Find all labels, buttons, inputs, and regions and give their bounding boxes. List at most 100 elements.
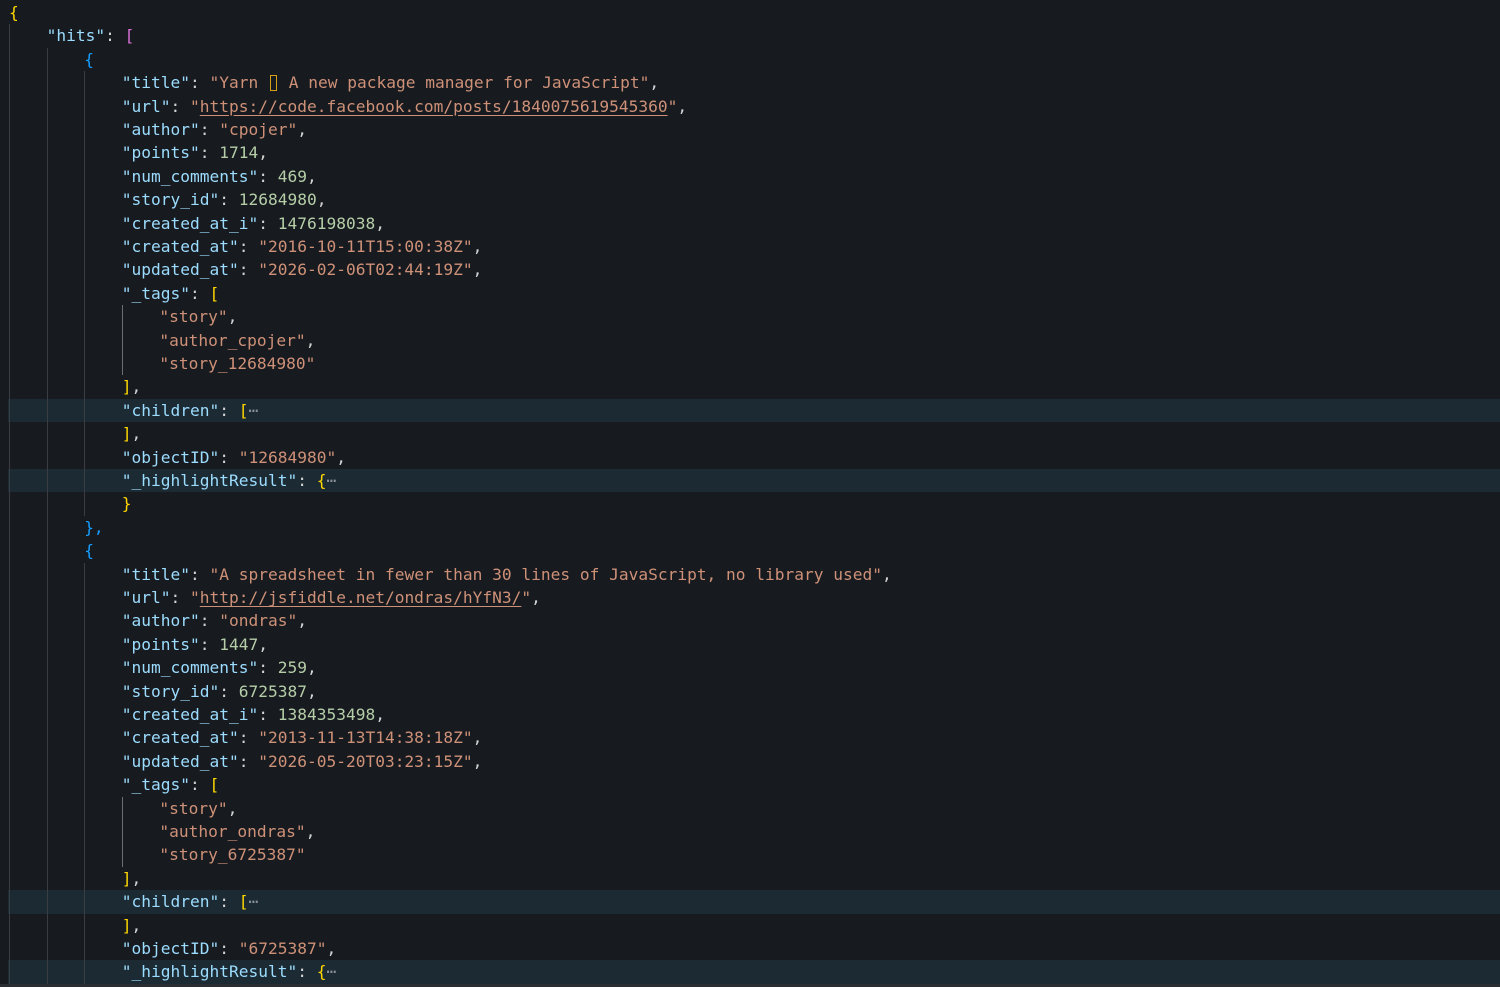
property-tags[interactable]: "_tags": [	[0, 281, 1500, 306]
property-objectID[interactable]: "objectID": "6725387",	[0, 937, 1500, 961]
property-points[interactable]: "points": 1447,	[0, 632, 1500, 657]
tag-item[interactable]: "story",	[0, 305, 1500, 329]
tag-item[interactable]: "author_ondras",	[0, 820, 1500, 844]
property-updated_at[interactable]: "updated_at": "2026-02-06T02:44:19Z",	[0, 258, 1500, 282]
property-created_at[interactable]: "created_at": "2016-10-11T15:00:38Z",	[0, 235, 1500, 259]
indent-guide	[46, 305, 48, 329]
tag-item[interactable]: "story_12684980"	[0, 352, 1500, 376]
url-link[interactable]: http://jsfiddle.net/ondras/hYfN3/	[200, 588, 522, 607]
property-num_comments[interactable]: "num_comments": 259,	[0, 656, 1500, 680]
tag-item[interactable]: "author_cpojer",	[0, 328, 1500, 352]
url-link[interactable]: https://code.facebook.com/posts/18400756…	[200, 97, 668, 116]
code-line[interactable]: ],	[0, 866, 1500, 891]
fold-ellipsis-icon: ⋯	[326, 962, 337, 982]
property-updated_at[interactable]: "updated_at": "2026-05-20T03:23:15Z",	[0, 749, 1500, 774]
tag-item[interactable]: "story_6725387"	[0, 843, 1500, 867]
code-line[interactable]: {	[0, 1, 1500, 24]
property-url[interactable]: "url": "https://code.facebook.com/posts/…	[0, 94, 1500, 118]
unicode-highlight-box[interactable]	[269, 74, 278, 92]
hit-object-open[interactable]: {	[0, 47, 1500, 72]
folded-highlight-result-line[interactable]: "_highlightResult": {⋯	[8, 960, 1500, 984]
indent-guide	[46, 515, 48, 540]
code-text: "created_at_i": 1476198038,	[122, 212, 385, 235]
indent-guide	[9, 422, 10, 446]
property-author[interactable]: "author": "cpojer",	[0, 118, 1500, 142]
code-line[interactable]: ],	[0, 913, 1500, 937]
bracket-open: {	[84, 541, 94, 561]
json-key: "_highlightResult"	[121, 471, 298, 490]
indent-guide	[46, 609, 48, 633]
indent-guide	[121, 352, 123, 376]
json-key: "children"	[121, 892, 220, 912]
punctuation: :	[238, 751, 259, 771]
code-line[interactable]: }	[0, 492, 1500, 516]
code-line[interactable]: ],	[0, 422, 1500, 446]
punctuation: :	[258, 658, 278, 678]
json-key: "story_id"	[121, 190, 220, 210]
indent-guide	[46, 656, 48, 680]
code-text: "story_6725387"	[159, 843, 305, 866]
indent-guide	[121, 820, 123, 844]
code-text: ],	[122, 422, 142, 445]
property-num_comments[interactable]: "num_comments": 469,	[0, 164, 1500, 189]
indent-guide	[46, 539, 48, 563]
property-created_at_i[interactable]: "created_at_i": 1476198038,	[0, 211, 1500, 235]
punctuation: :	[219, 892, 239, 912]
folded-children-line[interactable]: "children": [⋯	[8, 890, 1500, 914]
fold-ellipsis-icon: ⋯	[248, 400, 259, 420]
code-text: {	[9, 1, 19, 24]
tag-value: "author_cpojer"	[159, 330, 306, 350]
property-title[interactable]: "title": "A spreadsheet in fewer than 30…	[0, 562, 1500, 586]
hit-object-open[interactable]: {	[0, 539, 1500, 563]
code-text: "hits": [	[47, 24, 135, 47]
punctuation: ,	[131, 915, 142, 935]
property-title[interactable]: "title": "Yarn A new package manager for…	[0, 71, 1500, 95]
folded-children-line[interactable]: "children": [⋯	[8, 398, 1500, 423]
indent-guide	[9, 118, 10, 142]
property-created_at_i[interactable]: "created_at_i": 1384353498,	[0, 703, 1500, 727]
property-story_id[interactable]: "story_id": 12684980,	[0, 188, 1500, 212]
punctuation: :	[170, 588, 191, 607]
punctuation: :	[219, 939, 239, 958]
indent-guide	[84, 586, 86, 610]
punctuation: ,	[305, 822, 316, 841]
json-editor[interactable]: {"hits": [{"title": "Yarn A new package …	[0, 0, 1500, 987]
indent-guide	[46, 632, 48, 657]
code-text: "children": [⋯	[122, 399, 258, 422]
indent-guide	[121, 305, 123, 329]
property-story_id[interactable]: "story_id": 6725387,	[0, 679, 1500, 703]
indent-guide	[84, 422, 86, 446]
property-objectID[interactable]: "objectID": "12684980",	[0, 445, 1500, 469]
indent-guide	[9, 469, 10, 493]
indent-guide	[84, 960, 86, 984]
indent-guide	[9, 492, 10, 516]
property-url[interactable]: "url": "http://jsfiddle.net/ondras/hYfN3…	[0, 586, 1500, 610]
indent-guide	[9, 328, 10, 352]
property-created_at[interactable]: "created_at": "2013-11-13T14:38:18Z",	[0, 726, 1500, 750]
bracket-open: {	[84, 49, 94, 69]
code-line[interactable]: ],	[0, 375, 1500, 399]
indent-guide	[9, 141, 10, 165]
indent-guide	[84, 375, 86, 399]
indent-guide	[84, 632, 86, 657]
bracket-close: ]	[121, 868, 132, 888]
code-text: "objectID": "12684980",	[122, 446, 346, 469]
bracket-close: ]	[121, 377, 132, 397]
indent-guide	[46, 913, 48, 937]
code-text: {	[84, 539, 94, 562]
punctuation: :	[297, 471, 317, 490]
property-points[interactable]: "points": 1714,	[0, 141, 1500, 165]
json-number-value: 469	[277, 166, 307, 186]
folded-highlight-result-line[interactable]: "_highlightResult": {⋯	[8, 469, 1500, 493]
indent-guide	[84, 866, 86, 891]
punctuation: ,	[227, 307, 238, 327]
indent-guide	[46, 328, 48, 352]
hit-object-close[interactable]: },	[0, 515, 1500, 540]
property-hits[interactable]: "hits": [	[0, 24, 1500, 48]
json-string-value: "2016-10-11T15:00:38Z"	[258, 237, 473, 256]
property-tags[interactable]: "_tags": [	[0, 773, 1500, 797]
indent-guide	[9, 749, 10, 774]
tag-item[interactable]: "story",	[0, 796, 1500, 820]
property-author[interactable]: "author": "ondras",	[0, 609, 1500, 633]
punctuation: ,	[258, 634, 268, 654]
